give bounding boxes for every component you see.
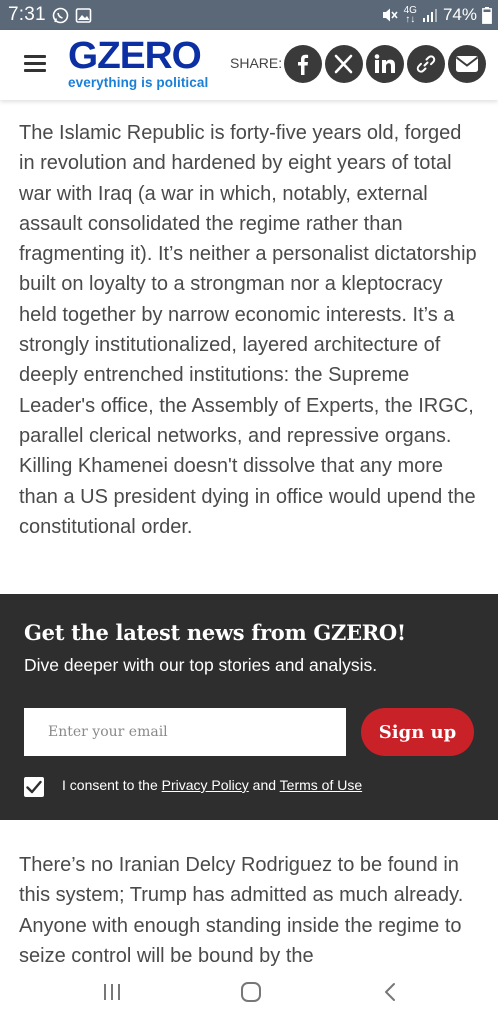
logo-tagline: everything is political <box>68 75 209 90</box>
linkedin-icon <box>374 54 395 73</box>
home-icon <box>241 982 261 1002</box>
recent-apps-icon <box>104 984 120 1000</box>
checkmark-icon <box>26 780 42 794</box>
article-paragraph: There’s no Iranian Delcy Rodriguez to be… <box>19 854 464 967</box>
menu-bar <box>24 62 46 65</box>
system-nav-bar <box>0 966 498 1023</box>
status-system-icons: 4G ↑↓ 74% <box>381 5 492 25</box>
x-share-button[interactable] <box>325 45 363 83</box>
recent-apps-button[interactable] <box>101 982 123 1007</box>
email-share-button[interactable] <box>448 45 486 83</box>
terms-of-use-link[interactable]: Terms of Use <box>280 777 362 793</box>
x-icon <box>334 54 353 74</box>
status-bar: 7:31 4G ↑↓ 74% <box>0 0 498 30</box>
privacy-policy-link[interactable]: Privacy Policy <box>162 777 249 793</box>
copy-link-button[interactable] <box>407 45 445 83</box>
newsletter-title: Get the latest news from GZERO! <box>24 620 406 645</box>
mute-icon <box>382 8 398 22</box>
share-buttons <box>284 45 486 83</box>
logo-wordmark: GZERO <box>68 35 202 77</box>
home-button[interactable] <box>240 982 262 1007</box>
hamburger-menu-button[interactable] <box>24 55 46 73</box>
gzero-logo[interactable]: GZERO everything is political <box>68 36 208 90</box>
gallery-icon <box>75 8 92 23</box>
share-label: SHARE: <box>230 55 283 71</box>
signal-icon <box>422 9 437 22</box>
facebook-share-button[interactable] <box>284 45 322 83</box>
consent-checkbox[interactable] <box>24 777 44 797</box>
menu-bar <box>24 55 46 58</box>
consent-text: I consent to the Privacy Policy and Term… <box>62 777 362 793</box>
back-icon <box>385 983 395 1001</box>
whatsapp-icon <box>52 7 69 24</box>
status-notification-icons <box>52 7 92 24</box>
linkedin-share-button[interactable] <box>366 45 404 83</box>
battery-percent: 74% <box>442 5 477 24</box>
facebook-icon <box>298 54 309 75</box>
site-header: GZERO everything is political SHARE: <box>0 30 498 100</box>
status-time: 7:31 <box>8 4 46 25</box>
consent-prefix: I consent to the <box>62 777 162 793</box>
menu-bar <box>24 69 46 72</box>
back-button[interactable] <box>381 982 401 1007</box>
signup-button[interactable]: Sign up <box>361 708 474 756</box>
newsletter-signup: Get the latest news from GZERO! Dive dee… <box>0 594 498 820</box>
article-paragraph: The Islamic Republic is forty-five years… <box>19 122 477 538</box>
email-input[interactable] <box>24 708 346 756</box>
battery-icon <box>482 6 492 24</box>
network-type: 4G ↑↓ <box>403 5 417 25</box>
consent-and: and <box>248 777 280 793</box>
link-icon <box>416 55 436 73</box>
email-icon <box>455 56 479 72</box>
newsletter-subtitle: Dive deeper with our top stories and ana… <box>24 655 378 675</box>
